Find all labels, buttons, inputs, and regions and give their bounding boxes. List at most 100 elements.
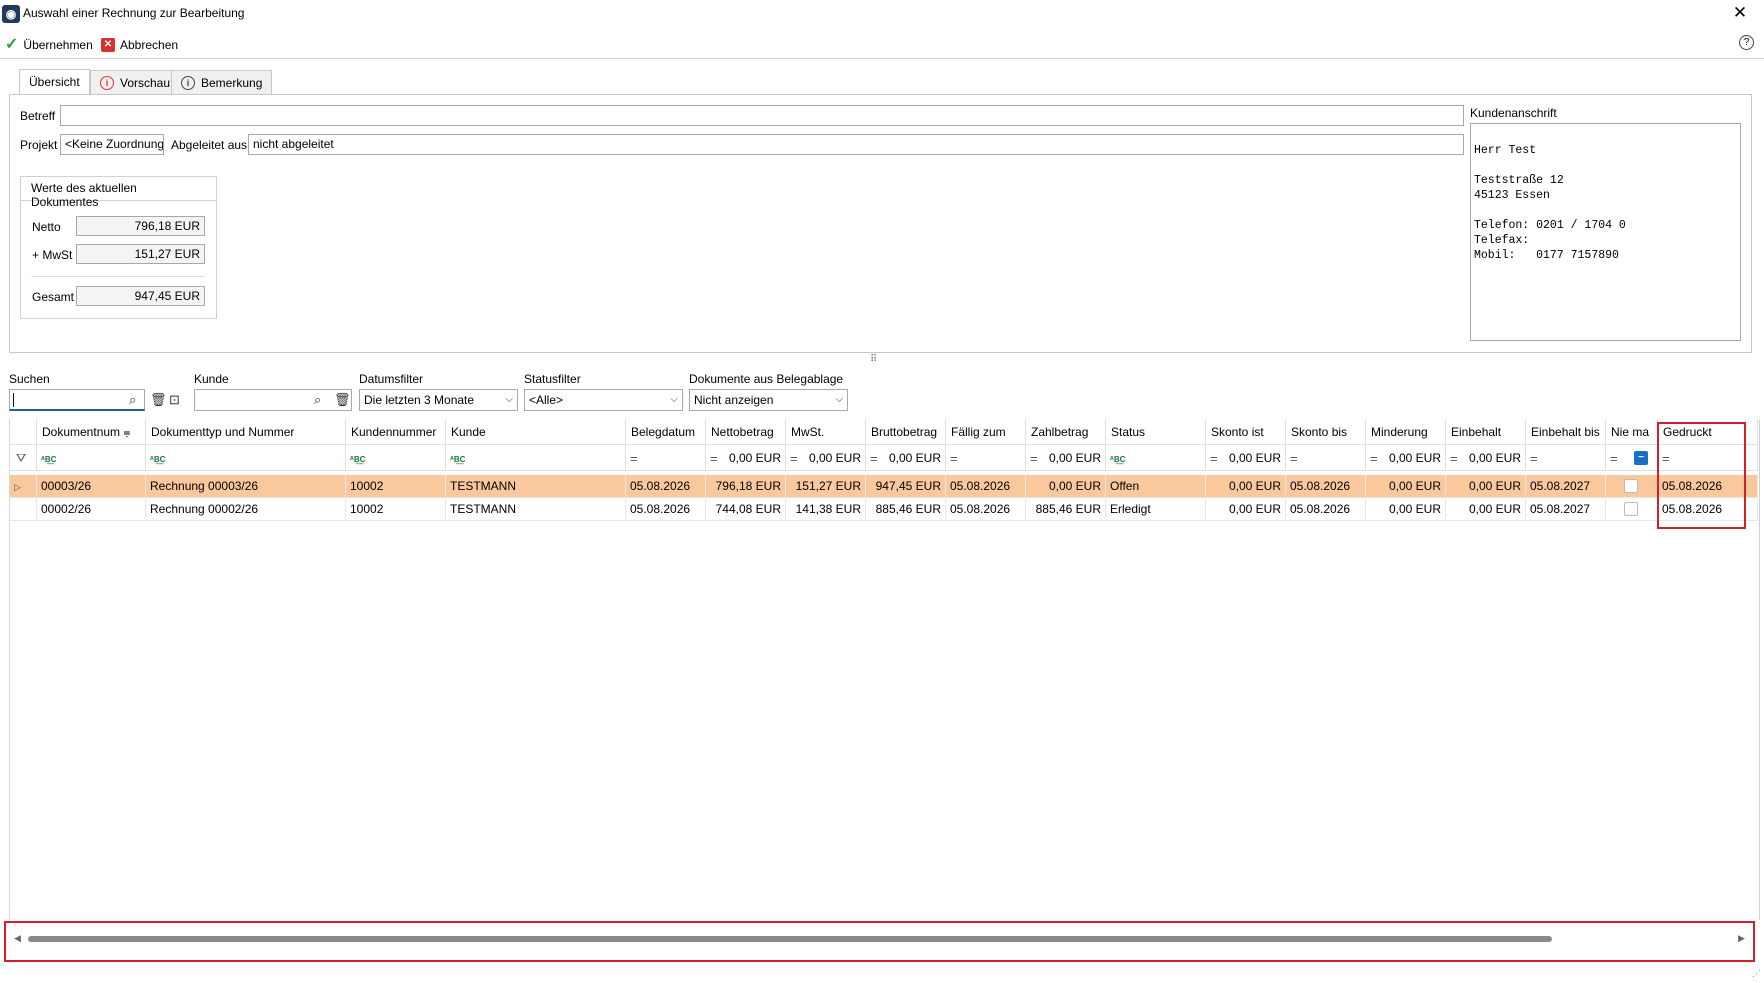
filter-cell[interactable]: = 0,00 EUR xyxy=(1026,445,1106,471)
column-header[interactable]: Nie ma xyxy=(1606,419,1658,445)
table-cell[interactable]: 10002 xyxy=(346,475,446,498)
table-cell[interactable]: 05.08.2026 xyxy=(946,498,1026,521)
table-cell[interactable]: 0,00 EUR xyxy=(1366,475,1446,498)
table-cell[interactable]: 05.08.2027 xyxy=(1526,475,1606,498)
table-cell[interactable]: 947,45 EUR xyxy=(866,475,946,498)
filter-cell[interactable]: ᴬB͟C xyxy=(446,445,626,471)
column-header[interactable]: MwSt. xyxy=(786,419,866,445)
apply-button[interactable]: ✓ Übernehmen xyxy=(5,35,93,55)
tab-preview[interactable]: i Vorschau xyxy=(90,70,181,94)
column-header[interactable]: Zahlbetrag xyxy=(1026,419,1106,445)
date-filter-label: Datumsfilter xyxy=(359,372,424,386)
table-cell[interactable]: 744,08 EUR xyxy=(706,498,786,521)
column-header[interactable]: Minderung xyxy=(1366,419,1446,445)
row-indicator[interactable]: ▷ xyxy=(10,475,37,498)
column-header[interactable]: Kunde xyxy=(446,419,626,445)
search-icon[interactable]: ⌕ xyxy=(314,392,321,408)
advanced-search-icon[interactable]: ⊡ xyxy=(169,392,180,408)
table-cell[interactable]: 0,00 EUR xyxy=(1446,498,1526,521)
column-header[interactable]: Skonto bis xyxy=(1286,419,1366,445)
tab-overview[interactable]: Übersicht xyxy=(19,69,90,94)
column-header[interactable]: Status xyxy=(1106,419,1206,445)
resize-grip-icon[interactable]: ⋰ xyxy=(1752,968,1761,979)
betreff-input[interactable] xyxy=(60,105,1464,126)
table-cell[interactable]: 05.08.2026 xyxy=(1286,475,1366,498)
filter-cell[interactable]: ᴬB͟C xyxy=(346,445,446,471)
filter-cell[interactable]: = 0,00 EUR xyxy=(1366,445,1446,471)
info-icon: i xyxy=(181,75,195,90)
text-filter-icon: ᴬB͟C xyxy=(150,455,166,464)
docs-filter-select[interactable]: Nicht anzeigen ⌵ xyxy=(689,389,848,411)
table-cell[interactable]: 141,38 EUR xyxy=(786,498,866,521)
table-cell[interactable]: TESTMANN xyxy=(446,498,626,521)
table-cell[interactable]: 05.08.2027 xyxy=(1526,498,1606,521)
table-cell[interactable]: 151,27 EUR xyxy=(786,475,866,498)
column-header[interactable]: Kundennummer xyxy=(346,419,446,445)
tab-remark[interactable]: i Bemerkung xyxy=(171,70,273,94)
filter-cell[interactable]: = xyxy=(946,445,1026,471)
column-header[interactable]: Einbehalt xyxy=(1446,419,1526,445)
address-label: Kundenanschrift xyxy=(1470,106,1557,120)
filter-cell[interactable]: ᴬB͟C xyxy=(37,445,146,471)
derived-input[interactable]: nicht abgeleitet xyxy=(248,134,1464,155)
table-cell[interactable] xyxy=(1606,498,1658,521)
search-input[interactable] xyxy=(9,389,145,411)
column-header[interactable]: Nettobetrag xyxy=(706,419,786,445)
never-reminder-checkbox[interactable] xyxy=(1624,479,1638,493)
table-cell[interactable]: 0,00 EUR xyxy=(1366,498,1446,521)
filter-cell[interactable]: = 0,00 EUR xyxy=(786,445,866,471)
table-cell[interactable]: 05.08.2026 xyxy=(626,475,706,498)
never-reminder-checkbox[interactable] xyxy=(1624,502,1638,516)
table-cell[interactable]: Erledigt xyxy=(1106,498,1206,521)
column-header[interactable]: Dokumentnum ⩦ xyxy=(37,419,146,445)
projekt-select[interactable]: <Keine Zuordnung xyxy=(60,134,164,155)
column-header[interactable]: Belegdatum xyxy=(626,419,706,445)
filter-cell[interactable]: = 0,00 EUR xyxy=(1446,445,1526,471)
table-cell[interactable]: TESTMANN xyxy=(446,475,626,498)
table-cell[interactable]: 0,00 EUR xyxy=(1446,475,1526,498)
table-cell[interactable]: 05.08.2026 xyxy=(626,498,706,521)
checkbox-indeterminate[interactable]: − xyxy=(1634,451,1648,465)
table-cell[interactable] xyxy=(1606,475,1658,498)
equals-icon: = xyxy=(1450,451,1458,466)
table-cell[interactable]: 05.08.2026 xyxy=(946,475,1026,498)
filter-cell[interactable]: = − xyxy=(1606,445,1658,471)
filter-cell[interactable]: = 0,00 EUR xyxy=(1206,445,1286,471)
table-cell[interactable]: 05.08.2026 xyxy=(1286,498,1366,521)
trash-icon[interactable]: 🗑 xyxy=(150,392,167,408)
column-header[interactable]: Skonto ist xyxy=(1206,419,1286,445)
help-icon[interactable]: ? xyxy=(1739,35,1754,50)
column-header[interactable]: Bruttobetrag xyxy=(866,419,946,445)
row-indicator[interactable] xyxy=(10,498,37,521)
table-cell[interactable]: 00003/26 xyxy=(37,475,146,498)
table-cell[interactable]: Rechnung 00003/26 xyxy=(146,475,346,498)
cancel-button[interactable]: ✕ Abbrechen xyxy=(101,35,178,55)
filter-cell[interactable]: ᴬB͟C xyxy=(146,445,346,471)
search-icon[interactable]: ⌕ xyxy=(129,392,136,408)
filter-cell[interactable]: = xyxy=(626,445,706,471)
table-cell[interactable]: 796,18 EUR xyxy=(706,475,786,498)
table-cell[interactable]: 10002 xyxy=(346,498,446,521)
table-cell[interactable]: 0,00 EUR xyxy=(1026,475,1106,498)
column-header[interactable]: Dokumenttyp und Nummer xyxy=(146,419,346,445)
filter-cell[interactable]: = 0,00 EUR xyxy=(706,445,786,471)
filter-cell[interactable]: = 0,00 EUR xyxy=(866,445,946,471)
table-cell[interactable]: 00002/26 xyxy=(37,498,146,521)
trash-icon[interactable]: 🗑 xyxy=(334,392,351,408)
filter-cell[interactable]: ᴬB͟C xyxy=(1106,445,1206,471)
splitter-handle[interactable]: ⠿ xyxy=(870,354,877,365)
table-cell[interactable]: 885,46 EUR xyxy=(866,498,946,521)
table-cell[interactable]: Offen xyxy=(1106,475,1206,498)
table-cell[interactable]: 0,00 EUR xyxy=(1206,475,1286,498)
column-header[interactable]: Einbehalt bis xyxy=(1526,419,1606,445)
status-filter-select[interactable]: <Alle> ⌵ xyxy=(524,389,683,411)
column-header[interactable]: Fällig zum xyxy=(946,419,1026,445)
table-cell[interactable]: Rechnung 00002/26 xyxy=(146,498,346,521)
date-filter-select[interactable]: Die letzten 3 Monate ⌵ xyxy=(359,389,518,411)
filter-cell[interactable]: = xyxy=(1286,445,1366,471)
table-cell[interactable]: 885,46 EUR xyxy=(1026,498,1106,521)
table-cell[interactable]: 0,00 EUR xyxy=(1206,498,1286,521)
close-icon[interactable]: ✕ xyxy=(1728,3,1752,23)
filter-cell[interactable]: = xyxy=(1526,445,1606,471)
customer-input[interactable] xyxy=(194,389,352,411)
